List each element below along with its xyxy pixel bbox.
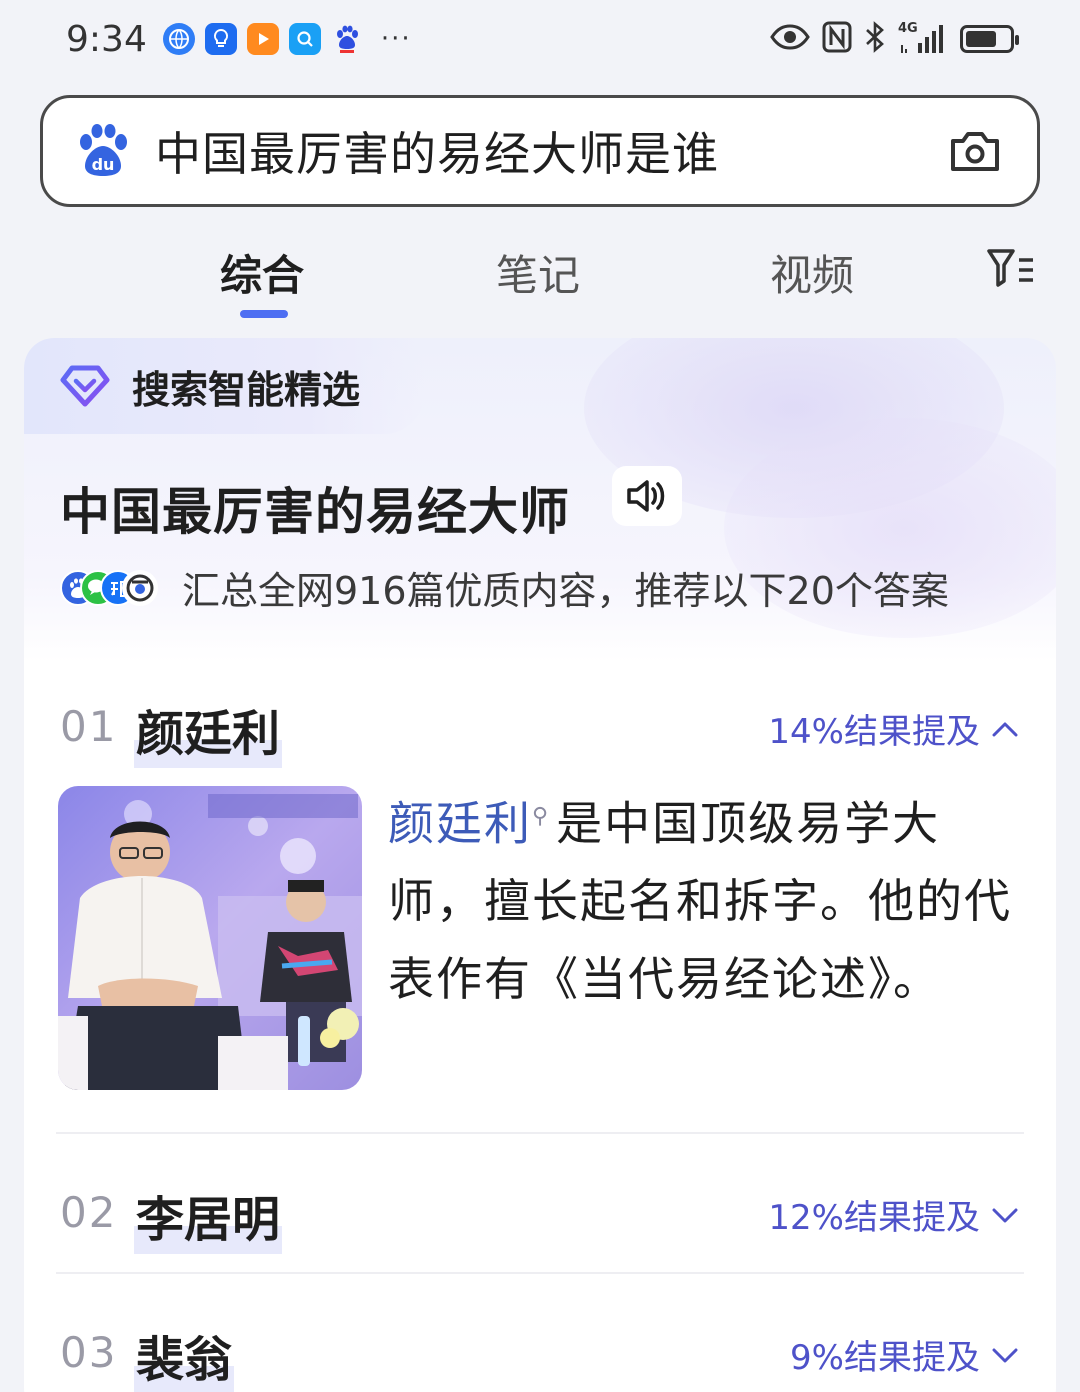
search-input[interactable]: 中国最厉害的易经大师是谁 — [155, 118, 947, 184]
tab-bar: 综合 笔记 视频 — [0, 232, 1080, 322]
network-app-icon — [162, 23, 195, 55]
item-mention-text: 9%结果提及 — [790, 1338, 980, 1378]
item-mention-toggle[interactable]: 14%结果提及 — [768, 704, 1020, 753]
tab-notes[interactable]: 笔记 — [496, 242, 580, 303]
eye-icon — [770, 24, 810, 54]
baidu-logo-icon: du — [80, 124, 127, 176]
diamond-icon — [60, 365, 110, 407]
filter-icon[interactable] — [986, 246, 1036, 292]
item-number: 02 — [60, 1188, 118, 1237]
item-name[interactable]: 裴翁 — [134, 1320, 235, 1392]
battery-icon — [960, 25, 1019, 53]
nfc-icon — [822, 21, 852, 57]
signal-icon: 4G — [898, 21, 948, 55]
detail-entity-link[interactable]: 颜廷利 — [388, 796, 532, 850]
item-mention-toggle[interactable]: 12%结果提及 — [768, 1190, 1020, 1239]
status-left: 9:34 ··· — [66, 19, 412, 60]
speaker-button[interactable] — [612, 466, 682, 526]
item-name[interactable]: 颜廷利 — [134, 694, 283, 768]
status-time: 9:34 — [66, 18, 147, 60]
divider — [56, 1132, 1024, 1134]
item-number: 03 — [60, 1328, 118, 1377]
source-icons — [60, 566, 160, 610]
toutiao-source-icon — [122, 569, 158, 606]
camera-icon[interactable] — [947, 123, 1003, 179]
search-small-icon[interactable]: ⚲ — [532, 804, 550, 829]
video-app-icon — [246, 23, 279, 55]
summary-row: 汇总全网916篇优质内容，推荐以下20个答案 — [60, 560, 949, 615]
bluetooth-icon — [864, 21, 886, 57]
lightbulb-app-icon — [204, 23, 237, 55]
item-mention-text: 14%结果提及 — [768, 712, 980, 752]
ai-banner: 搜索智能精选 — [24, 338, 424, 434]
chevron-up-icon — [992, 722, 1018, 736]
tab-indicator — [240, 310, 288, 318]
person-photo[interactable] — [58, 786, 362, 1090]
status-more: ··· — [380, 24, 412, 54]
ai-banner-label: 搜索智能精选 — [132, 367, 361, 412]
status-bar: 9:34 ··· 4G — [0, 0, 1080, 78]
answer-title: 中国最厉害的易经大师 — [60, 483, 570, 541]
tab-videos[interactable]: 视频 — [770, 242, 854, 303]
status-right: 4G — [770, 21, 1019, 57]
summary-text: 汇总全网916篇优质内容，推荐以下20个答案 — [182, 569, 949, 613]
item-name[interactable]: 李居明 — [134, 1180, 283, 1254]
ai-answer-card: 搜索智能精选 中国最厉害的易经大师 汇总全网916篇优质内容，推荐以下20个答案 — [24, 338, 1056, 1392]
item-mention-toggle[interactable]: 9%结果提及 — [790, 1330, 1020, 1379]
svg-text:du: du — [92, 155, 115, 174]
answer-item-1[interactable]: 01 颜廷利 14%结果提及 — [60, 694, 1020, 768]
battery-fill — [966, 31, 997, 47]
answer-item-3[interactable]: 03 裴翁 9%结果提及 — [60, 1320, 1020, 1392]
speaker-icon — [627, 480, 665, 512]
baidu-app-icon — [331, 23, 363, 55]
item-detail: 颜廷利⚲ 是中国顶级易学大师，擅长起名和拆字。他的代表作有《当代易经论述》。 — [388, 778, 1028, 1018]
tab-general[interactable]: 综合 — [220, 242, 304, 303]
item-mention-text: 12%结果提及 — [768, 1198, 980, 1238]
divider — [56, 1272, 1024, 1274]
chevron-down-icon — [992, 1208, 1018, 1222]
search-app-icon — [288, 23, 321, 55]
answer-item-2[interactable]: 02 李居明 12%结果提及 — [60, 1180, 1020, 1254]
chevron-down-icon — [992, 1348, 1018, 1362]
item-number: 01 — [60, 702, 118, 751]
search-box[interactable]: du 中国最厉害的易经大师是谁 — [40, 95, 1040, 207]
